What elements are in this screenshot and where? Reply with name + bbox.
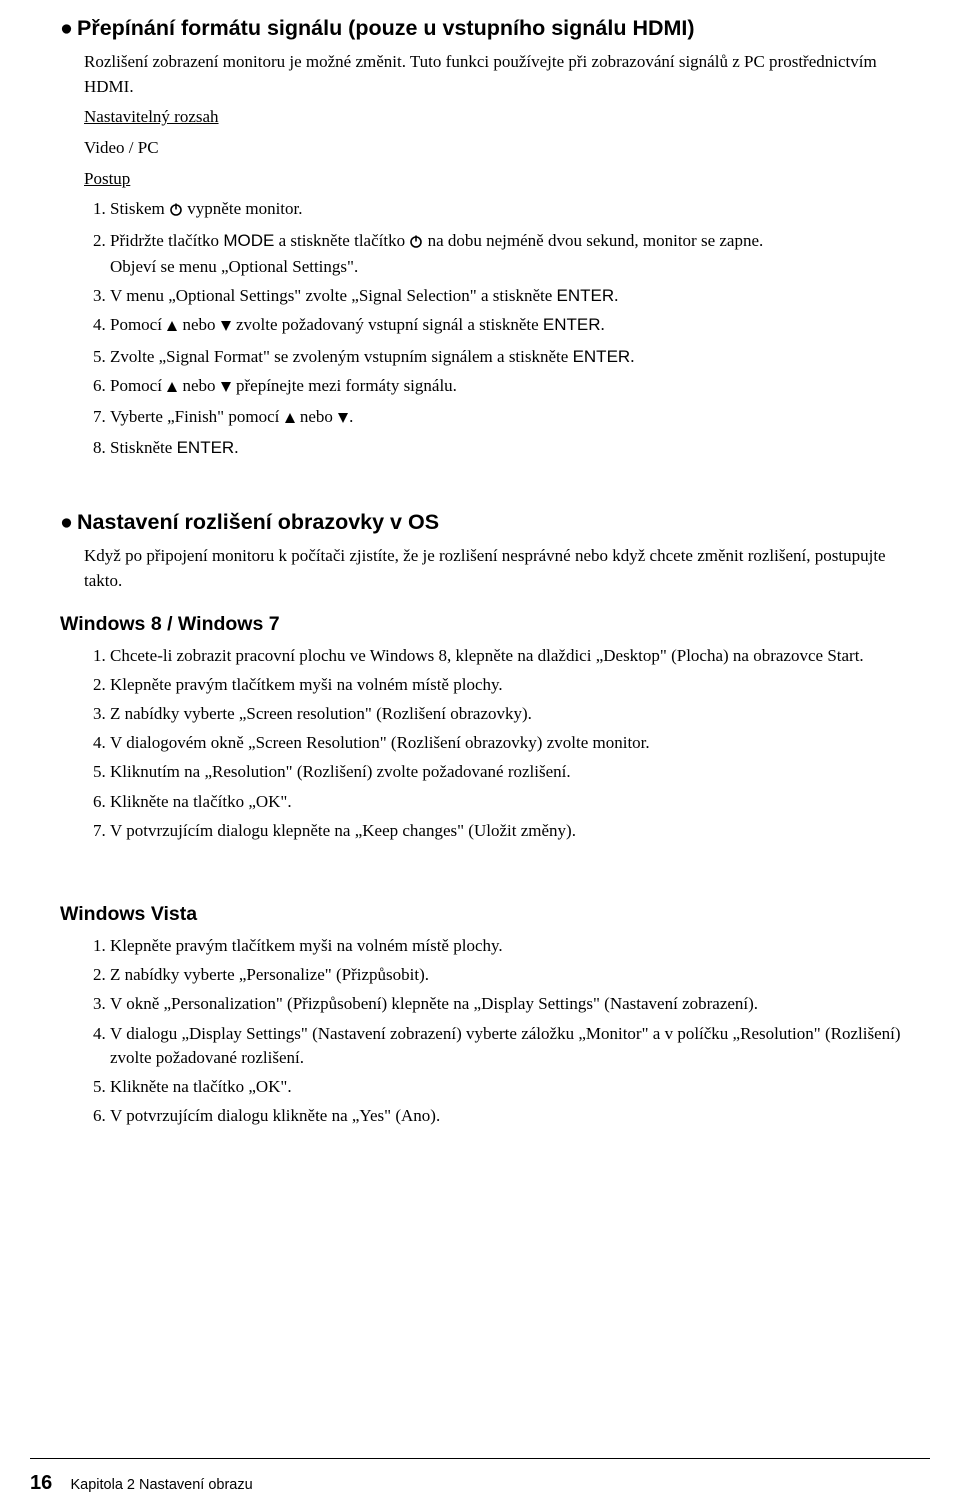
down-icon	[220, 376, 232, 401]
step-text: nebo	[178, 376, 220, 395]
step-note: Objeví se menu „Optional Settings".	[110, 255, 917, 280]
period: .	[234, 438, 238, 457]
step-text: zvolte požadovaný vstupní signál a stisk…	[232, 315, 543, 334]
step-text: V menu „Optional Settings" zvolte „Signa…	[110, 286, 557, 305]
range-label: Nastavitelný rozsah	[84, 105, 917, 130]
down-icon	[337, 407, 349, 432]
section1-heading: ●Přepínání formátu signálu (pouze u vstu…	[60, 13, 917, 44]
list-item: Z nabídky vyberte „Screen resolution" (R…	[110, 702, 917, 727]
section2-intro: Když po připojení monitoru k počítači zj…	[84, 544, 917, 593]
page-footer: 16 Kapitola 2 Nastavení obrazu	[30, 1458, 930, 1498]
step-text: Pomocí	[110, 315, 166, 334]
step-1: Stiskem vypněte monitor.	[110, 197, 917, 224]
step-2: Přidržte tlačítko MODE a stiskněte tlačí…	[110, 229, 917, 280]
list-item: Klepněte pravým tlačítkem myši na volném…	[110, 934, 917, 959]
list-item: V dialogovém okně „Screen Resolution" (R…	[110, 731, 917, 756]
down-icon	[220, 315, 232, 340]
step-text: Zvolte „Signal Format" se zvoleným vstup…	[110, 347, 573, 366]
list-item: Z nabídky vyberte „Personalize" (Přizpůs…	[110, 963, 917, 988]
step-7: Vyberte „Finish" pomocí nebo .	[110, 405, 917, 432]
vista-heading: Windows Vista	[60, 900, 917, 928]
period: .	[349, 407, 353, 426]
up-icon	[284, 407, 296, 432]
power-icon	[409, 231, 423, 256]
list-item: Kliknutím na „Resolution" (Rozlišení) zv…	[110, 760, 917, 785]
enter-label: ENTER	[557, 286, 615, 305]
list-item: V dialogu „Display Settings" (Nastavení …	[110, 1022, 917, 1071]
up-icon	[166, 315, 178, 340]
win8-heading: Windows 8 / Windows 7	[60, 610, 917, 638]
list-item: V potvrzujícím dialogu klikněte na „Yes"…	[110, 1104, 917, 1129]
step-4: Pomocí nebo zvolte požadovaný vstupní si…	[110, 313, 917, 340]
step-text: a stiskněte tlačítko	[274, 231, 409, 250]
section2-heading: ●Nastavení rozlišení obrazovky v OS	[60, 507, 917, 538]
step-8: Stiskněte ENTER.	[110, 436, 917, 461]
enter-label: ENTER	[543, 315, 601, 334]
enter-label: ENTER	[573, 347, 631, 366]
procedure-label: Postup	[84, 167, 917, 192]
step-text: Vyberte „Finish" pomocí	[110, 407, 284, 426]
page-number: 16	[30, 1472, 52, 1494]
step-text: přepínejte mezi formáty signálu.	[232, 376, 457, 395]
list-item: Klepněte pravým tlačítkem myši na volném…	[110, 673, 917, 698]
section1-heading-text: Přepínání formátu signálu (pouze u vstup…	[77, 16, 695, 40]
period: .	[601, 315, 605, 334]
list-item: Klikněte na tlačítko „OK".	[110, 790, 917, 815]
period: .	[630, 347, 634, 366]
vista-steps: Klepněte pravým tlačítkem myši na volném…	[84, 934, 917, 1129]
step-text: Přidržte tlačítko	[110, 231, 223, 250]
step-text: na dobu nejméně dvou sekund, monitor se …	[423, 231, 763, 250]
step-5: Zvolte „Signal Format" se zvoleným vstup…	[110, 345, 917, 370]
step-text: nebo	[178, 315, 220, 334]
up-icon	[166, 376, 178, 401]
power-icon	[169, 199, 183, 224]
mode-label: MODE	[223, 231, 274, 250]
section1-steps: Stiskem vypněte monitor. Přidržte tlačít…	[84, 197, 917, 460]
step-text: nebo	[296, 407, 338, 426]
section1-intro: Rozlišení zobrazení monitoru je možné zm…	[84, 50, 917, 99]
list-item: V potvrzujícím dialogu klepněte na „Keep…	[110, 819, 917, 844]
step-text: Stiskem	[110, 199, 169, 218]
step-text: Pomocí	[110, 376, 166, 395]
step-6: Pomocí nebo přepínejte mezi formáty sign…	[110, 374, 917, 401]
period: .	[614, 286, 618, 305]
step-text: Stiskněte	[110, 438, 177, 457]
list-item: Klikněte na tlačítko „OK".	[110, 1075, 917, 1100]
bullet-icon: ●	[60, 16, 73, 40]
chapter-label: Kapitola 2 Nastavení obrazu	[71, 1477, 253, 1493]
step-text: vypněte monitor.	[183, 199, 302, 218]
list-item: V okně „Personalization" (Přizpůsobení) …	[110, 992, 917, 1017]
win8-steps: Chcete-li zobrazit pracovní plochu ve Wi…	[84, 644, 917, 843]
list-item: Chcete-li zobrazit pracovní plochu ve Wi…	[110, 644, 917, 669]
step-3: V menu „Optional Settings" zvolte „Signa…	[110, 284, 917, 309]
section2-heading-text: Nastavení rozlišení obrazovky v OS	[77, 510, 439, 534]
enter-label: ENTER	[177, 438, 235, 457]
bullet-icon: ●	[60, 510, 73, 534]
range-value: Video / PC	[84, 136, 917, 161]
